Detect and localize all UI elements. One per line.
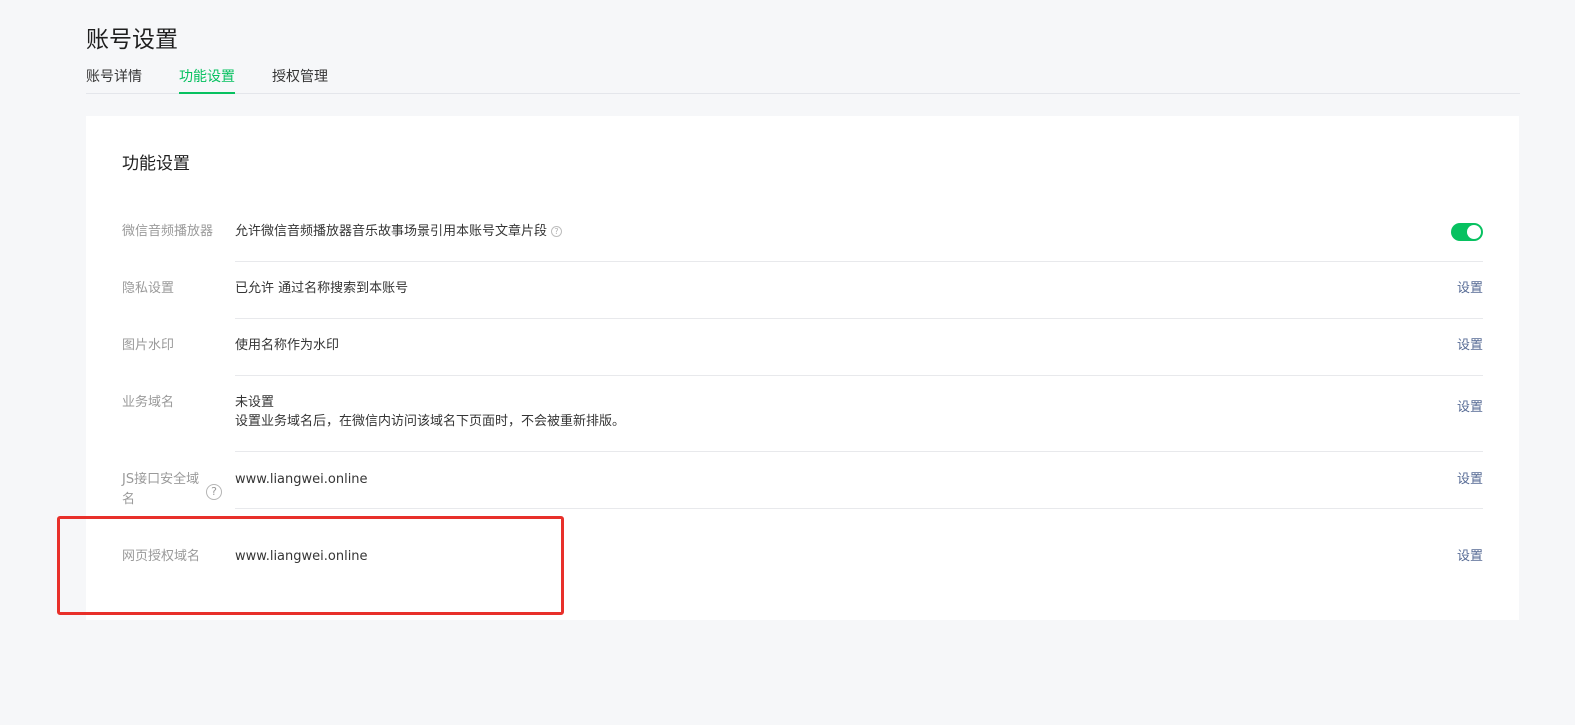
row-value: 未设置 (235, 395, 275, 410)
row-subvalue: 设置业务域名后，在微信内访问该域名下页面时，不会被重新排版。 (235, 414, 626, 429)
privacy-settings-link[interactable]: 设置 (1457, 279, 1483, 299)
card-title: 功能设置 (122, 154, 190, 174)
row-divider (235, 451, 1483, 452)
row-divider (235, 508, 1483, 509)
feature-settings-card: 功能设置 微信音频播放器 允许微信音频播放器音乐故事场景引用本账号文章片段? 隐… (86, 116, 1519, 620)
row-divider (235, 318, 1483, 319)
row-label: 隐私设置 (122, 281, 175, 296)
watermark-settings-link[interactable]: 设置 (1457, 336, 1483, 356)
row-business-domain: 业务域名 未设置 设置业务域名后，在微信内访问该域名下页面时，不会被重新排版。 … (86, 393, 1519, 453)
row-value: 使用名称作为水印 (235, 338, 340, 353)
row-value: 已允许 通过名称搜索到本账号 (235, 281, 409, 296)
row-value: 允许微信音频播放器音乐故事场景引用本账号文章片段? (235, 222, 563, 242)
question-circle-icon[interactable]: ? (551, 226, 563, 237)
row-label: 网页授权域名 (122, 549, 201, 564)
row-web-auth-domain: 网页授权域名 www.liangwei.online 设置 (86, 547, 1519, 587)
tab-feature-settings[interactable]: 功能设置 (179, 66, 235, 94)
row-label: 微信音频播放器 (122, 224, 214, 239)
row-value: www.liangwei.online (235, 549, 368, 564)
js-domain-settings-link[interactable]: 设置 (1457, 470, 1483, 490)
row-privacy: 隐私设置 已允许 通过名称搜索到本账号 设置 (86, 279, 1519, 319)
row-label: JS接口安全域名 (122, 472, 200, 507)
question-circle-icon[interactable]: ? (206, 484, 222, 500)
business-domain-settings-link[interactable]: 设置 (1457, 398, 1483, 418)
toggle-knob (1467, 225, 1481, 239)
row-label: 图片水印 (122, 338, 175, 353)
row-divider (235, 375, 1483, 376)
row-watermark: 图片水印 使用名称作为水印 设置 (86, 336, 1519, 376)
tab-authorization-management[interactable]: 授权管理 (272, 66, 328, 94)
tab-account-details[interactable]: 账号详情 (86, 66, 142, 94)
web-auth-domain-settings-link[interactable]: 设置 (1457, 547, 1483, 567)
row-label: 业务域名 (122, 395, 175, 410)
row-value: www.liangwei.online (235, 472, 368, 487)
audio-player-toggle[interactable] (1451, 223, 1483, 241)
row-value-text: 允许微信音频播放器音乐故事场景引用本账号文章片段 (235, 224, 548, 239)
row-divider (235, 261, 1483, 262)
tab-bar: 账号详情 功能设置 授权管理 (86, 66, 1520, 94)
row-audio-player: 微信音频播放器 允许微信音频播放器音乐故事场景引用本账号文章片段? (86, 222, 1519, 262)
page-title: 账号设置 (86, 27, 178, 53)
